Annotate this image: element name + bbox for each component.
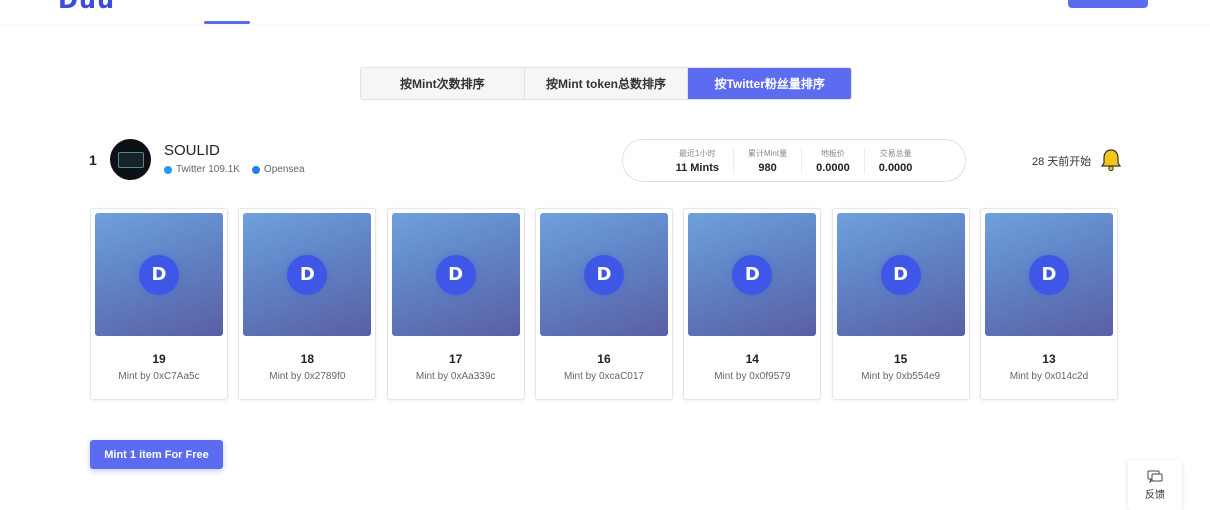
nav-active-indicator	[204, 21, 250, 24]
tab-sort-by-mint-count[interactable]: 按Mint次数排序	[361, 68, 525, 99]
nft-minter: Mint by 0x2789f0	[269, 371, 346, 382]
twitter-link[interactable]: Twitter 109.1K	[164, 164, 240, 175]
opensea-link[interactable]: Opensea	[251, 164, 305, 175]
project-avatar[interactable]	[110, 139, 151, 180]
project-stats: 最近1小时 11 Mints 累计Mint量 980 地板价 0.0000 交易总量 0…	[622, 139, 966, 182]
stat-floor-price: 地板价 0.0000	[802, 147, 865, 174]
stat-trade-volume: 交易总量 0.0000	[878, 148, 913, 174]
logo-text: Duu	[58, 0, 116, 14]
nft-number: 15	[893, 352, 908, 366]
duu-logo-icon: D	[287, 254, 328, 295]
nft-number: 16	[597, 352, 611, 366]
duu-logo-icon: D	[880, 254, 921, 295]
nft-image: D	[391, 213, 520, 336]
minted-items: D 19 Mint by 0xC7Aa5c D 18 Mint by 0x278…	[90, 208, 1118, 400]
start-time: 28 天前开始	[1032, 156, 1092, 168]
nft-image: D	[836, 213, 965, 336]
nft-card[interactable]: D 16 Mint by 0xcaC017	[534, 208, 673, 400]
project-links: Twitter 109.1K Opensea	[164, 164, 317, 175]
nft-minter: Mint by 0xAa339c	[415, 371, 496, 382]
nft-number: 17	[448, 352, 463, 366]
nft-minter: Mint by 0xC7Aa5c	[118, 371, 200, 382]
nft-image: D	[688, 213, 817, 336]
duu-logo-icon: D	[583, 254, 624, 295]
tab-sort-by-mint-token-total[interactable]: 按Mint token总数排序	[524, 68, 689, 99]
nav-connect-button[interactable]	[1068, 0, 1148, 8]
duu-logo-icon: D	[732, 254, 773, 295]
nft-minter: Mint by 0xcaC017	[563, 371, 644, 382]
logo[interactable]: Duu	[58, 0, 138, 14]
project-name[interactable]: SOULID	[164, 142, 220, 159]
chat-icon	[1147, 470, 1163, 483]
nft-minter: Mint by 0xb554e9	[861, 371, 941, 382]
feedback-label: 反馈	[1145, 489, 1165, 501]
nft-card[interactable]: D 14 Mint by 0x0f9579	[683, 208, 822, 400]
nft-image: D	[243, 213, 372, 336]
nft-number: 18	[300, 352, 314, 366]
duu-logo-icon: D	[139, 254, 179, 295]
nft-image: D	[95, 213, 223, 336]
nft-number: 14	[745, 352, 759, 366]
stat-total-mint: 累计Mint量 980	[734, 147, 803, 174]
avatar-image	[117, 151, 144, 168]
nft-minter: Mint by 0x0f9579	[714, 371, 791, 382]
duu-logo-icon: D	[435, 254, 476, 295]
sort-tabs: 按Mint次数排序 按Mint token总数排序 按Twitter粉丝量排序	[360, 67, 852, 100]
nft-card[interactable]: D 15 Mint by 0xb554e9	[831, 208, 970, 400]
nft-card[interactable]: D 19 Mint by 0xC7Aa5c	[90, 208, 228, 400]
top-navigation: Duu	[0, 0, 1210, 24]
nft-image: D	[539, 213, 668, 336]
nft-card[interactable]: D 13 Mint by 0x014c2d	[979, 208, 1118, 400]
project-rank: 1	[89, 152, 97, 168]
tab-sort-by-twitter-followers[interactable]: 按Twitter粉丝量排序	[688, 68, 851, 99]
nft-image: D	[984, 213, 1113, 336]
nft-card[interactable]: D 17 Mint by 0xAa339c	[386, 208, 525, 400]
nft-card[interactable]: D 18 Mint by 0x2789f0	[238, 208, 377, 400]
feedback-button[interactable]: 反馈	[1128, 460, 1182, 510]
twitter-icon	[164, 165, 172, 174]
nft-number: 13	[1042, 352, 1056, 366]
stat-last-hour: 最近1小时 11 Mints	[662, 147, 734, 174]
duu-logo-icon: D	[1028, 254, 1069, 295]
nft-number: 19	[152, 352, 166, 366]
nft-minter: Mint by 0x014c2d	[1009, 371, 1089, 382]
bell-icon[interactable]	[1100, 148, 1122, 172]
mint-free-button[interactable]: Mint 1 item For Free	[90, 440, 223, 469]
opensea-icon	[251, 165, 260, 174]
